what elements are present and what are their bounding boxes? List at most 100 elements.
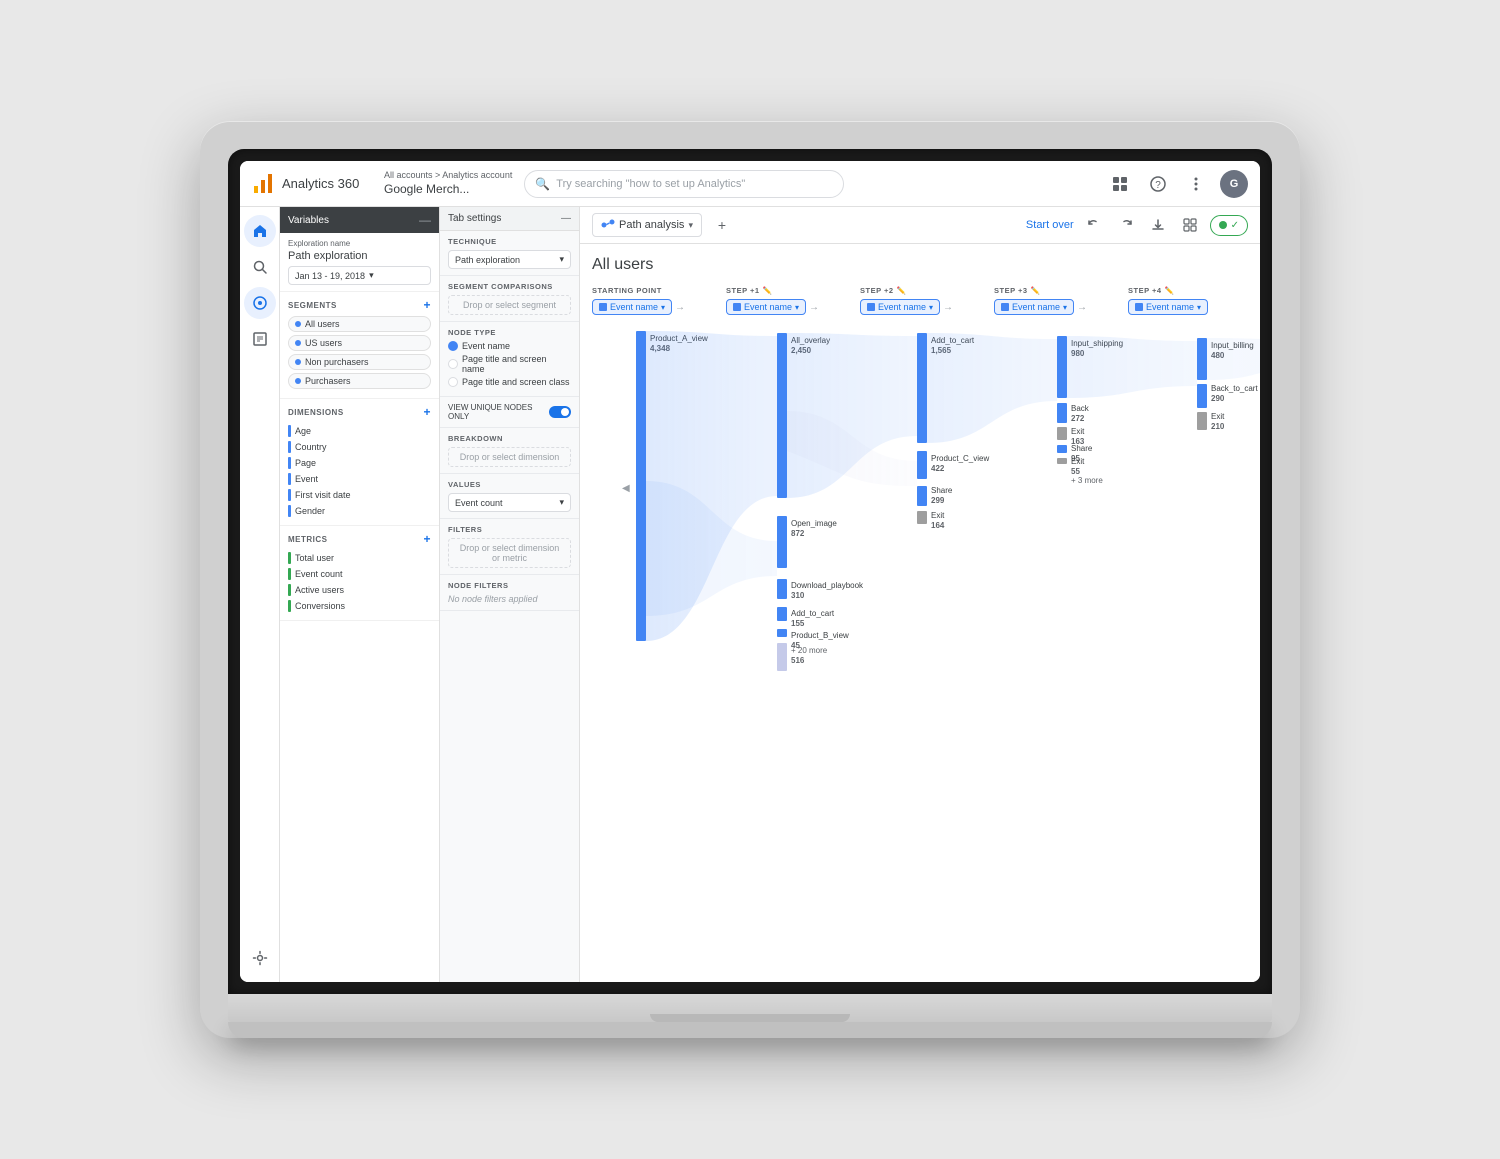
breadcrumb-bottom: Google Merch... (384, 182, 512, 198)
avatar[interactable]: G (1220, 170, 1248, 198)
node-value-add-to-cart-s1: 155 (791, 619, 805, 628)
download-icon[interactable] (1146, 213, 1170, 237)
node-label-share-s3: Share (1071, 444, 1093, 453)
segment-comparisons-section: SEGMENT COMPARISONS Drop or select segme… (440, 276, 579, 322)
redo-icon[interactable] (1114, 213, 1138, 237)
nav-explore-icon[interactable] (244, 287, 276, 319)
values-dropdown[interactable]: Event count ▾ (448, 493, 571, 512)
node-type-page-screen[interactable]: Page title and screen name (448, 354, 571, 374)
node-input-shipping[interactable] (1057, 336, 1067, 398)
variables-collapse-btn[interactable]: — (419, 213, 431, 227)
event-name-selector-1[interactable]: Event name ▾ (726, 299, 806, 315)
node-input-billing[interactable] (1197, 338, 1207, 380)
sankey-svg: Product_A_view 4,348 ◀ (592, 321, 1260, 741)
segment-label: Non purchasers (305, 357, 369, 367)
metrics-add-btn[interactable]: + (423, 532, 431, 546)
grid-view-icon[interactable] (1178, 213, 1202, 237)
tab-settings-collapse-btn[interactable]: — (561, 213, 571, 224)
nav-search-icon[interactable] (244, 251, 276, 283)
event-selector-chevron: ▾ (795, 303, 799, 312)
step-4: STEP +4 ✏️ Event name ▾ (1128, 286, 1248, 315)
dimension-age[interactable]: Age (288, 423, 431, 439)
node-more-s1[interactable] (777, 643, 787, 671)
grid-icon[interactable] (1106, 170, 1134, 198)
metric-conversions[interactable]: Conversions (288, 598, 431, 614)
event-name-selector-3[interactable]: Event name ▾ (994, 299, 1074, 315)
segments-add-btn[interactable]: + (423, 298, 431, 312)
date-range-picker[interactable]: Jan 13 - 19, 2018 ▾ (288, 266, 431, 285)
nav-reports-icon[interactable] (244, 323, 276, 355)
node-more-s3[interactable]: + 3 more (1071, 476, 1103, 485)
dimension-gender[interactable]: Gender (288, 503, 431, 519)
dimension-event[interactable]: Event (288, 471, 431, 487)
node-type-event-name[interactable]: Event name (448, 341, 571, 351)
dimension-page[interactable]: Page (288, 455, 431, 471)
node-share-s3[interactable] (1057, 445, 1067, 453)
metric-event-count[interactable]: Event count (288, 566, 431, 582)
arrow-icon-1: → (809, 302, 819, 313)
breakdown-drop-zone[interactable]: Drop or select dimension (448, 447, 571, 467)
node-exit-s4[interactable] (1197, 412, 1207, 430)
step-label-starting: STARTING POINT (592, 286, 722, 295)
view-unique-toggle[interactable] (549, 406, 571, 418)
exploration-name-value: Path exploration (288, 250, 431, 262)
edit-icon-2[interactable]: ✏️ (897, 286, 907, 295)
edit-icon-4[interactable]: ✏️ (1165, 286, 1175, 295)
technique-dropdown[interactable]: Path exploration ▾ (448, 250, 571, 269)
node-all-overlay[interactable] (777, 333, 787, 498)
feedback-btn[interactable]: ✓ (1210, 215, 1248, 236)
add-tab-btn[interactable]: + (710, 213, 734, 237)
node-back-to-cart-s4[interactable] (1197, 384, 1207, 408)
node-label-exit-s3: Exit (1071, 427, 1085, 436)
node-value-share-s2: 299 (931, 496, 945, 505)
node-product-a-view[interactable] (636, 331, 646, 641)
collapse-arrow[interactable]: ◀ (622, 483, 630, 494)
edit-icon-1[interactable]: ✏️ (763, 286, 773, 295)
node-add-to-cart-s2[interactable] (917, 333, 927, 443)
node-exit-s3[interactable] (1057, 427, 1067, 440)
nav-settings-icon[interactable] (244, 942, 276, 974)
chevron-down-icon: ▾ (369, 270, 374, 281)
segment-drop-zone[interactable]: Drop or select segment (448, 295, 571, 315)
dimension-first-visit[interactable]: First visit date (288, 487, 431, 503)
nav-home-icon[interactable] (244, 215, 276, 247)
left-nav (240, 207, 280, 982)
event-selector-chevron: ▾ (1063, 303, 1067, 312)
event-name-selector-0[interactable]: Event name ▾ (592, 299, 672, 315)
node-exit2-s3[interactable] (1057, 458, 1067, 464)
path-analysis-tab[interactable]: Path analysis ▾ (592, 213, 702, 237)
metric-total-user[interactable]: Total user (288, 550, 431, 566)
segment-purchasers[interactable]: Purchasers (288, 373, 431, 389)
filters-drop-zone[interactable]: Drop or select dimension or metric (448, 538, 571, 568)
edit-icon-3[interactable]: ✏️ (1031, 286, 1041, 295)
more-icon[interactable] (1182, 170, 1210, 198)
help-icon[interactable]: ? (1144, 170, 1172, 198)
node-exit-s2[interactable] (917, 511, 927, 524)
node-product-b-view[interactable] (777, 629, 787, 637)
node-back-s3[interactable] (1057, 403, 1067, 423)
undo-icon[interactable] (1082, 213, 1106, 237)
dimension-country[interactable]: Country (288, 439, 431, 455)
radio-label: Event name (462, 341, 510, 351)
event-name-selector-2[interactable]: Event name ▾ (860, 299, 940, 315)
search-bar[interactable]: 🔍 Try searching "how to set up Analytics… (524, 170, 844, 198)
node-value-product-c-view: 422 (931, 464, 945, 473)
node-download-playbook[interactable] (777, 579, 787, 599)
dimensions-add-btn[interactable]: + (423, 405, 431, 419)
start-over-link[interactable]: Start over (1026, 219, 1074, 231)
segment-us-users[interactable]: US users (288, 335, 431, 351)
segment-non-purchasers[interactable]: Non purchasers (288, 354, 431, 370)
arrow-icon-2: → (943, 302, 953, 313)
segment-all-users[interactable]: All users (288, 316, 431, 332)
node-add-to-cart-s1[interactable] (777, 607, 787, 621)
flow-s2-to-s3 (927, 333, 1057, 443)
event-selector-label: Event name (1146, 302, 1194, 312)
step-2: STEP +2 ✏️ Event name ▾ → (860, 286, 990, 315)
metric-bar-icon (288, 600, 291, 612)
node-share-s2[interactable] (917, 486, 927, 506)
event-name-selector-4[interactable]: Event name ▾ (1128, 299, 1208, 315)
metric-active-users[interactable]: Active users (288, 582, 431, 598)
node-open-image[interactable] (777, 516, 787, 568)
node-type-page-class[interactable]: Page title and screen class (448, 377, 571, 387)
node-product-c-view[interactable] (917, 451, 927, 479)
